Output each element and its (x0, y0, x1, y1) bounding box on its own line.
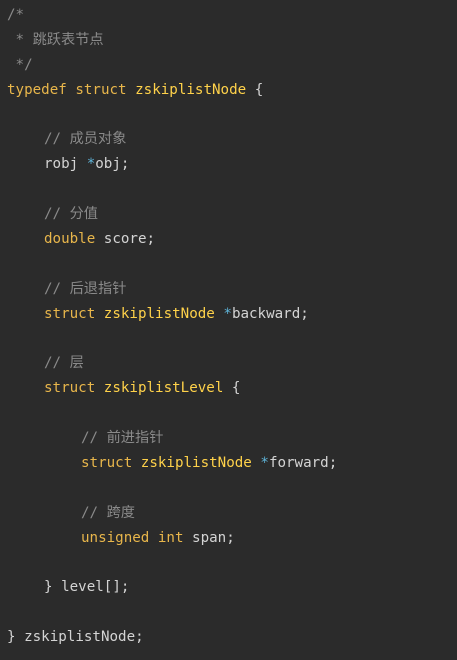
code-token: zskiplistNode (135, 81, 247, 98)
code-line: */ (0, 53, 457, 78)
code-token: forward; (268, 455, 338, 472)
code-token: // 分值 (44, 206, 98, 223)
code-token: * (223, 305, 232, 322)
code-token: struct (75, 81, 127, 98)
code-token: unsigned (81, 529, 150, 546)
code-line: } level[]; (0, 575, 457, 600)
code-token: // 后退指针 (44, 280, 127, 297)
code-token: * (86, 156, 96, 173)
code-line: double score; (0, 227, 457, 252)
code-line: unsigned int span; (0, 526, 457, 551)
code-token: // 层 (44, 355, 84, 372)
code-token: } zskiplistNode; (7, 629, 144, 646)
code-token: score; (95, 231, 156, 248)
code-token: } level[]; (44, 579, 130, 596)
code-token: obj; (95, 156, 130, 173)
code-line: // 前进指针 (0, 426, 457, 451)
code-editor: /* * 跳跃表节点 */ typedef struct zskiplistNo… (0, 0, 457, 660)
code-line: struct zskiplistNode *forward; (0, 451, 457, 476)
code-token: backward; (231, 305, 309, 322)
code-line: // 成员对象 (0, 127, 457, 152)
code-token: struct (81, 455, 133, 472)
code-token: int (157, 529, 184, 546)
code-line: struct zskiplistNode *backward; (0, 302, 457, 327)
code-token: zskiplistNode (103, 305, 215, 322)
code-token: * 跳跃表节点 (7, 31, 104, 48)
code-token: double (44, 231, 96, 248)
code-token: zskiplistNode (140, 455, 252, 472)
code-line: /* (0, 3, 457, 28)
code-line: } zskiplistNode; (0, 625, 457, 650)
code-line: * 跳跃表节点 (0, 28, 457, 53)
code-line: // 后退指针 (0, 277, 457, 302)
code-line: // 层 (0, 351, 457, 376)
code-line: robj *obj; (0, 152, 457, 177)
code-token: */ (7, 56, 33, 73)
code-token: // 跨度 (81, 504, 135, 521)
code-token: robj (44, 156, 87, 173)
code-token: { (223, 380, 241, 397)
code-token: * (260, 455, 269, 472)
code-line: typedef struct zskiplistNode { (0, 78, 457, 103)
code-token: // 成员对象 (44, 131, 127, 148)
code-token: zskiplistLevel (103, 380, 224, 397)
code-token: { (246, 81, 264, 98)
code-token: struct (44, 380, 96, 397)
code-line: // 分值 (0, 202, 457, 227)
code-line: // 跨度 (0, 501, 457, 526)
code-token: typedef (7, 81, 67, 98)
code-token: span; (183, 529, 235, 546)
code-token: /* (7, 7, 25, 23)
code-token: struct (44, 305, 96, 322)
code-token: // 前进指针 (81, 430, 164, 447)
code-line: struct zskiplistLevel { (0, 376, 457, 401)
